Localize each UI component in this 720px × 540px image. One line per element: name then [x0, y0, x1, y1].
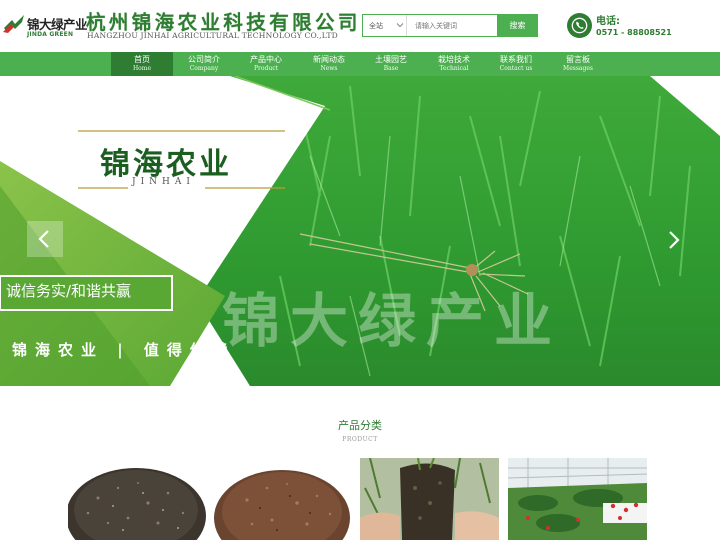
- product-card[interactable]: [212, 458, 351, 540]
- banner-slogan: 诚信务实/和谐共赢: [6, 282, 132, 300]
- product-image-brown-soil: [212, 458, 351, 540]
- nav-label-en: Contact us: [499, 65, 533, 72]
- nav-label-en: Company: [189, 65, 219, 72]
- search-scope-label: 全站: [369, 22, 383, 30]
- nav-item-contact[interactable]: 联系我们 Contact us: [485, 52, 547, 76]
- nav-item-product[interactable]: 产品中心 Product: [235, 52, 297, 76]
- nav-label: 土壤园艺: [375, 55, 407, 64]
- hero-banner: 锦海农业 JINHAI 诚信务实/和谐共赢 锦海农业 | 值得信赖 锦大绿产业: [0, 76, 720, 386]
- logo-subtext: JINDA GREEN: [27, 31, 74, 38]
- banner-watermark: 锦大绿产业: [222, 287, 563, 355]
- product-image-greenhouse: [508, 458, 647, 540]
- chevron-left-icon: [38, 230, 49, 248]
- nav-label: 联系我们: [500, 55, 532, 64]
- section-title: 产品分类: [338, 419, 382, 432]
- main-nav: 首页 Home 公司简介 Company 产品中心 Product 新闻动态 N…: [0, 52, 720, 76]
- company-name-en: HANGZHOU JINHAI AGRICULTURAL TECHNOLOGY …: [87, 31, 338, 40]
- nav-item-news[interactable]: 新闻动态 News: [298, 52, 360, 76]
- banner-next-button[interactable]: [660, 224, 688, 256]
- nav-label-en: News: [320, 65, 338, 72]
- nav-label-en: Product: [254, 65, 278, 72]
- nav-label: 首页: [134, 55, 150, 64]
- nav-item-messages[interactable]: 留言板 Messages: [547, 52, 609, 76]
- product-image-seedling-plug: [360, 458, 499, 540]
- banner-tagline: 锦海农业 | 值得信赖: [12, 341, 236, 359]
- chevron-down-icon: [396, 23, 404, 28]
- search-button[interactable]: 搜索: [497, 14, 538, 37]
- banner-brand-subtitle: JINHAI: [132, 177, 195, 187]
- chevron-right-icon: [669, 231, 680, 249]
- nav-label-en: Technical: [439, 65, 469, 72]
- product-card[interactable]: [508, 458, 647, 540]
- nav-label: 公司简介: [188, 55, 220, 64]
- nav-item-company[interactable]: 公司简介 Company: [173, 52, 235, 76]
- site-logo[interactable]: 锦大绿产业 JINDA GREEN: [2, 10, 88, 38]
- search-scope-select[interactable]: 全站: [363, 15, 407, 36]
- nav-label: 产品中心: [250, 55, 282, 64]
- product-image-dark-soil: [68, 458, 207, 540]
- nav-item-home[interactable]: 首页 Home: [111, 52, 173, 76]
- nav-label-en: Base: [383, 65, 399, 72]
- nav-item-technical[interactable]: 栽培技术 Technical: [423, 52, 485, 76]
- nav-label: 新闻动态: [313, 55, 345, 64]
- nav-label: 栽培技术: [438, 55, 470, 64]
- search-input[interactable]: [409, 15, 497, 36]
- product-card[interactable]: [68, 458, 207, 540]
- site-header: 锦大绿产业 JINDA GREEN 杭州锦海农业科技有限公司 HANGZHOU …: [0, 0, 720, 52]
- phone-number: 0571 - 88808521: [596, 28, 672, 37]
- product-card[interactable]: [360, 458, 499, 540]
- nav-label: 留言板: [566, 55, 590, 64]
- section-subtitle: PRODUCT: [342, 436, 378, 443]
- phone-icon: [567, 13, 592, 38]
- nav-label-en: Messages: [563, 65, 593, 72]
- nav-item-base[interactable]: 土壤园艺 Base: [360, 52, 422, 76]
- search-bar: 全站 搜索: [362, 14, 538, 37]
- phone-label: 电话:: [596, 16, 620, 27]
- nav-label-en: Home: [132, 65, 152, 72]
- logo-leaf-icon: [3, 15, 24, 33]
- banner-prev-button[interactable]: [27, 221, 63, 257]
